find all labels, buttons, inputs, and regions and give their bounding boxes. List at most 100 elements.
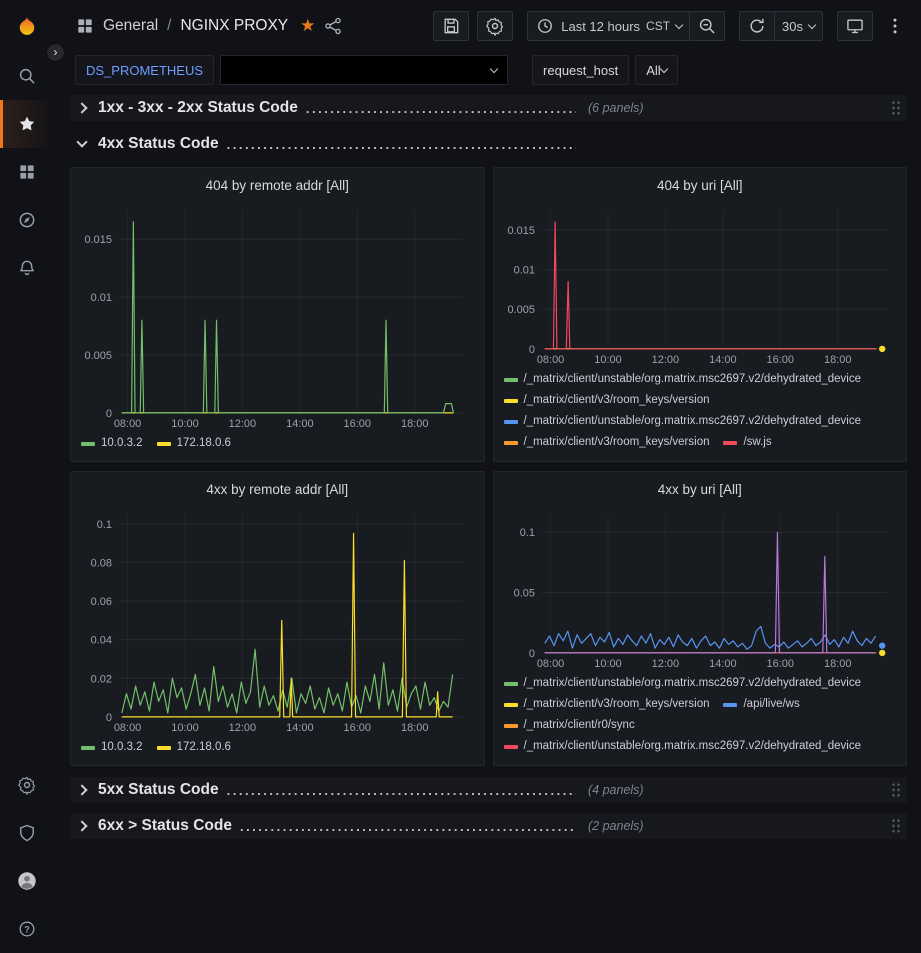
chart-404-by-remote-addr[interactable]: 00.0050.010.01508:0010:0012:0014:0016:00… bbox=[79, 202, 476, 431]
panel-title[interactable]: 404 by remote addr [All] bbox=[71, 168, 484, 202]
legend-color-marker bbox=[81, 442, 95, 446]
zoom-out-button[interactable] bbox=[689, 11, 725, 41]
svg-text:12:00: 12:00 bbox=[229, 418, 256, 430]
refresh-button[interactable] bbox=[739, 11, 775, 41]
dashboard-settings-button[interactable] bbox=[477, 11, 513, 41]
chart-4xx-by-remote-addr[interactable]: 00.020.040.060.080.108:0010:0012:0014:00… bbox=[79, 506, 476, 735]
time-range-picker[interactable]: Last 12 hours CST bbox=[527, 11, 690, 41]
legend-color-marker bbox=[504, 378, 518, 382]
svg-text:14:00: 14:00 bbox=[286, 722, 313, 734]
sidebar-expand-button[interactable]: › bbox=[46, 43, 65, 62]
legend-item[interactable]: /_matrix/client/v3/room_keys/version bbox=[504, 390, 710, 411]
legend-color-marker bbox=[504, 724, 518, 728]
legend-color-marker bbox=[504, 682, 518, 686]
svg-text:08:00: 08:00 bbox=[536, 354, 563, 366]
breadcrumb-section[interactable]: General bbox=[103, 17, 158, 35]
chart-4xx-by-uri[interactable]: 00.050.108:0010:0012:0014:0016:0018:00 bbox=[502, 506, 899, 671]
svg-text:12:00: 12:00 bbox=[229, 722, 256, 734]
legend-color-marker bbox=[723, 441, 737, 445]
timezone-label: CST bbox=[646, 19, 670, 33]
more-options-button[interactable] bbox=[881, 16, 909, 36]
sidebar-item-configuration[interactable] bbox=[0, 761, 54, 809]
chevron-down-icon bbox=[675, 20, 683, 28]
svg-text:14:00: 14:00 bbox=[709, 354, 736, 366]
grafana-logo[interactable] bbox=[0, 0, 54, 52]
svg-text:0.015: 0.015 bbox=[85, 234, 112, 246]
legend-item[interactable]: /_matrix/client/unstable/org.matrix.msc2… bbox=[504, 736, 862, 757]
row-drag-handle[interactable] bbox=[891, 782, 901, 798]
svg-text:18:00: 18:00 bbox=[401, 722, 428, 734]
panel-legend: /_matrix/client/unstable/org.matrix.msc2… bbox=[494, 367, 907, 461]
legend-item[interactable]: /api/live/ws bbox=[723, 694, 799, 715]
svg-text:18:00: 18:00 bbox=[401, 418, 428, 430]
svg-text:10:00: 10:00 bbox=[594, 658, 621, 670]
sidebar-item-alerting[interactable] bbox=[0, 244, 54, 292]
row-panel-count: (2 panels) bbox=[588, 819, 644, 833]
legend-item[interactable]: 10.0.3.2 bbox=[81, 433, 143, 454]
dashboard-squares-icon bbox=[75, 16, 95, 36]
row-6xx[interactable]: 6xx > Status Code ......................… bbox=[70, 813, 907, 839]
variable-ds-value-dropdown[interactable] bbox=[220, 55, 508, 85]
legend-item[interactable]: /_matrix/client/unstable/org.matrix.msc2… bbox=[504, 673, 862, 694]
shield-icon bbox=[17, 823, 37, 843]
panel-title[interactable]: 4xx by uri [All] bbox=[494, 472, 907, 506]
chevron-right-icon bbox=[76, 784, 87, 795]
sidebar-item-profile[interactable] bbox=[0, 857, 54, 905]
zoom-out-icon bbox=[697, 16, 717, 36]
legend-label: /api/live/ws bbox=[743, 694, 799, 715]
svg-text:18:00: 18:00 bbox=[823, 354, 850, 366]
leader-dots: ........................................… bbox=[227, 783, 576, 798]
legend-item[interactable]: /_matrix/client/v3/room_keys/version bbox=[504, 432, 710, 453]
row-drag-handle[interactable] bbox=[891, 818, 901, 834]
chevron-down-icon bbox=[808, 20, 816, 28]
row-1xx-3xx-2xx[interactable]: 1xx - 3xx - 2xx Status Code ............… bbox=[70, 95, 907, 121]
share-icon[interactable] bbox=[323, 16, 343, 36]
legend-item[interactable]: /_matrix/client/unstable/org.matrix.msc2… bbox=[504, 369, 862, 390]
legend-label: 172.18.0.6 bbox=[177, 433, 231, 454]
row-5xx[interactable]: 5xx Status Code ........................… bbox=[70, 777, 907, 803]
legend-item[interactable]: /_matrix/client/r0/sync bbox=[504, 715, 635, 736]
variable-host-label[interactable]: request_host bbox=[532, 55, 629, 85]
svg-text:14:00: 14:00 bbox=[709, 658, 736, 670]
panel-title[interactable]: 404 by uri [All] bbox=[494, 168, 907, 202]
tv-mode-button[interactable] bbox=[837, 11, 873, 41]
refresh-interval-picker[interactable]: 30s bbox=[774, 11, 823, 41]
sidebar-item-search[interactable] bbox=[0, 52, 54, 100]
legend-item[interactable]: 172.18.0.6 bbox=[157, 737, 231, 758]
chart-404-by-uri[interactable]: 00.0050.010.01508:0010:0012:0014:0016:00… bbox=[502, 202, 899, 367]
svg-text:10:00: 10:00 bbox=[171, 418, 198, 430]
svg-text:14:00: 14:00 bbox=[286, 418, 313, 430]
save-icon bbox=[441, 16, 461, 36]
variable-host-value: All bbox=[646, 63, 660, 78]
add-panel-button[interactable] bbox=[433, 11, 469, 41]
legend-item[interactable]: 10.0.3.2 bbox=[81, 737, 143, 758]
compass-icon bbox=[17, 210, 37, 230]
svg-text:0.08: 0.08 bbox=[91, 557, 112, 569]
legend-color-marker bbox=[157, 442, 171, 446]
monitor-icon bbox=[845, 16, 865, 36]
legend-item[interactable]: /sw.js bbox=[723, 432, 771, 453]
row-4xx[interactable]: 4xx Status Code ........................… bbox=[70, 131, 907, 157]
sidebar-item-dashboards[interactable] bbox=[0, 148, 54, 196]
variable-host-value-dropdown[interactable]: All bbox=[635, 55, 677, 85]
favorite-star-icon[interactable]: ★ bbox=[300, 16, 315, 36]
row-drag-handle[interactable] bbox=[891, 100, 901, 116]
dashboard-title[interactable]: NGINX PROXY bbox=[180, 17, 288, 35]
panel-title[interactable]: 4xx by remote addr [All] bbox=[71, 472, 484, 506]
svg-text:0: 0 bbox=[528, 344, 534, 356]
legend-item[interactable]: /_matrix/client/unstable/org.matrix.msc2… bbox=[504, 411, 862, 432]
sidebar-item-help[interactable]: ? bbox=[0, 905, 54, 953]
svg-text:0.1: 0.1 bbox=[97, 519, 112, 531]
legend-item[interactable]: /_matrix/client/v3/room_keys/version bbox=[504, 694, 710, 715]
grafana-flame-icon bbox=[16, 15, 38, 37]
sidebar-item-starred[interactable] bbox=[0, 100, 54, 148]
variable-ds-label[interactable]: DS_PROMETHEUS bbox=[75, 55, 214, 85]
bell-icon bbox=[17, 258, 37, 278]
avatar bbox=[16, 870, 38, 892]
sidebar-item-server-admin[interactable] bbox=[0, 809, 54, 857]
gear-icon bbox=[17, 775, 37, 795]
legend-item[interactable]: 172.18.0.6 bbox=[157, 433, 231, 454]
legend-label: /_matrix/client/unstable/org.matrix.msc2… bbox=[524, 736, 862, 757]
sidebar-item-explore[interactable] bbox=[0, 196, 54, 244]
leader-dots: ........................................… bbox=[306, 101, 576, 116]
